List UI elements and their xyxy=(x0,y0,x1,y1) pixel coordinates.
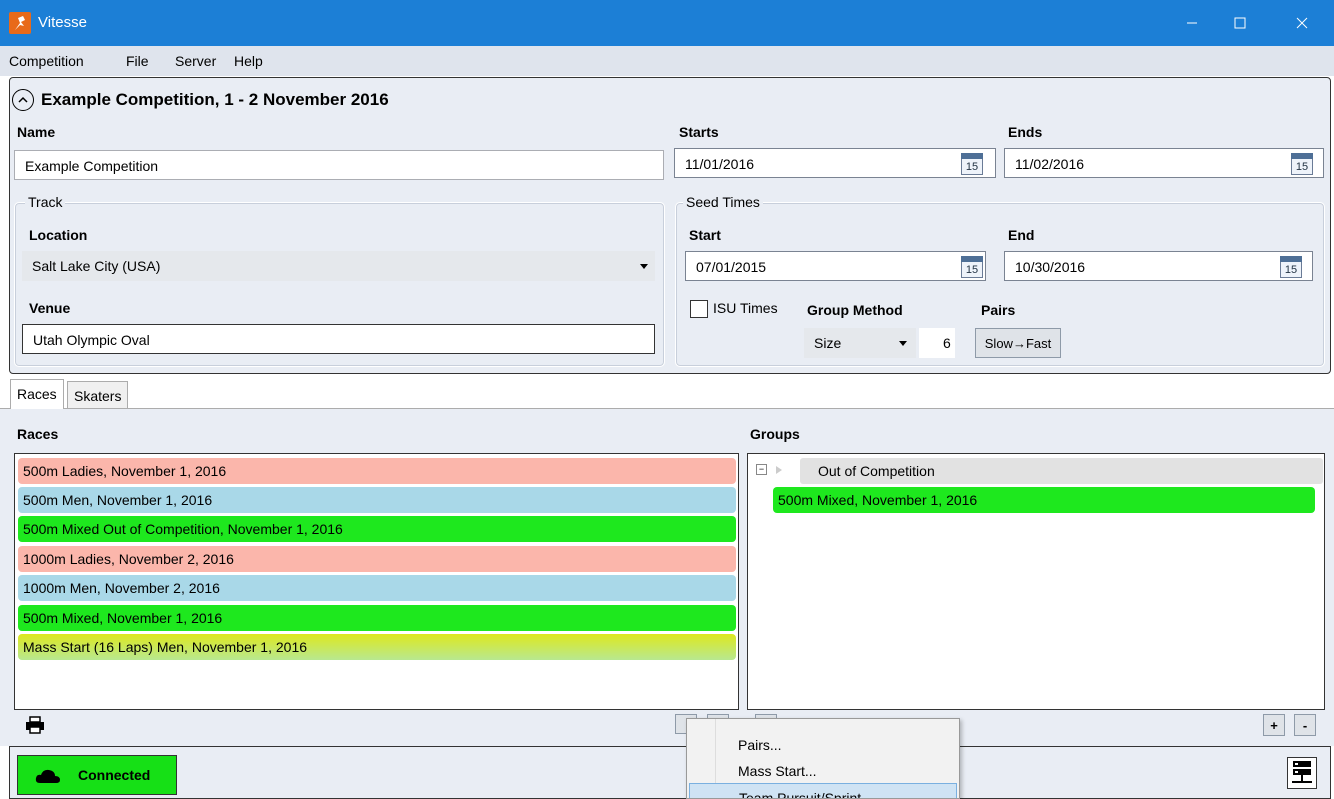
printer-icon xyxy=(26,716,44,734)
server-icon xyxy=(1292,761,1312,783)
isu-times-label: ISU Times xyxy=(713,300,778,316)
seed-start-date-field[interactable]: 07/01/2015 xyxy=(685,251,986,281)
race-item[interactable]: 500m Ladies, November 1, 2016 xyxy=(18,458,736,484)
group-size-field[interactable]: 6 xyxy=(919,328,955,358)
race-item[interactable]: 1000m Men, November 2, 2016 xyxy=(18,575,736,601)
race-item[interactable]: 500m Mixed Out of Competition, November … xyxy=(18,516,736,542)
races-label: Races xyxy=(17,426,59,442)
chevron-down-icon xyxy=(640,264,648,269)
menu-competition[interactable]: Competition xyxy=(9,53,84,69)
competition-title: Example Competition, 1 - 2 November 2016 xyxy=(41,90,389,109)
menu-item-mass-start[interactable]: Mass Start... xyxy=(689,757,957,783)
group-node[interactable]: Out of Competition xyxy=(800,458,1323,484)
group-race-item[interactable]: 500m Mixed, November 1, 2016 xyxy=(773,487,1315,513)
collapse-button[interactable] xyxy=(12,89,34,111)
maximize-button[interactable] xyxy=(1217,0,1263,46)
seed-end-date-field[interactable]: 10/30/2016 xyxy=(1004,251,1313,281)
venue-field[interactable]: Utah Olympic Oval xyxy=(22,324,655,354)
name-field[interactable]: Example Competition xyxy=(14,150,664,180)
server-button[interactable] xyxy=(1287,757,1317,789)
cloud-icon xyxy=(35,769,60,783)
maximize-icon xyxy=(1234,17,1246,29)
seed-times-group-title: Seed Times xyxy=(683,194,763,210)
window-title: Vitesse xyxy=(38,14,87,31)
pairs-order-button[interactable]: Slow→Fast xyxy=(975,328,1061,358)
menu-server[interactable]: Server xyxy=(175,53,216,69)
close-button[interactable] xyxy=(1279,0,1325,46)
starts-label: Starts xyxy=(679,124,719,140)
connection-status[interactable]: Connected xyxy=(17,755,177,795)
status-bar xyxy=(9,746,1331,799)
skater-app-icon xyxy=(9,12,31,34)
play-icon xyxy=(776,466,782,474)
tab-strip xyxy=(0,378,1334,408)
calendar-icon[interactable]: 15 xyxy=(961,153,983,175)
ends-date-field[interactable]: 11/02/2016 xyxy=(1004,148,1324,178)
groups-label: Groups xyxy=(750,426,800,442)
track-group-title: Track xyxy=(25,194,66,210)
venue-label: Venue xyxy=(29,300,71,316)
race-item[interactable]: Mass Start (16 Laps) Men, November 1, 20… xyxy=(18,634,736,660)
collapse-node-icon[interactable]: − xyxy=(756,464,767,475)
ends-label: Ends xyxy=(1008,124,1043,140)
race-item[interactable]: 1000m Ladies, November 2, 2016 xyxy=(18,546,736,572)
title-bar: Vitesse xyxy=(0,0,1334,46)
location-label: Location xyxy=(29,227,88,243)
starts-date-field[interactable]: 11/01/2016 xyxy=(674,148,996,178)
seed-start-label: Start xyxy=(689,227,721,243)
add-race-context-menu: Pairs... Mass Start... Team Pursuit/Spri… xyxy=(686,718,960,799)
race-item[interactable]: 500m Men, November 1, 2016 xyxy=(18,487,736,513)
tab-skaters[interactable]: Skaters xyxy=(67,381,129,408)
location-dropdown[interactable]: Salt Lake City (USA) xyxy=(22,251,655,281)
add-group-button[interactable]: + xyxy=(1263,714,1285,736)
seed-end-label: End xyxy=(1008,227,1035,243)
chevron-down-icon xyxy=(899,341,907,346)
minimize-icon xyxy=(1187,22,1197,24)
isu-times-checkbox[interactable] xyxy=(690,300,708,318)
menu-file[interactable]: File xyxy=(126,53,149,69)
races-list: 500m Ladies, November 1, 2016 500m Men, … xyxy=(14,453,739,710)
calendar-icon[interactable]: 15 xyxy=(1291,153,1313,175)
group-method-label: Group Method xyxy=(807,302,903,318)
menu-item-pairs[interactable]: Pairs... xyxy=(689,731,957,757)
minimize-button[interactable] xyxy=(1169,0,1215,46)
connection-status-label: Connected xyxy=(78,767,151,783)
tab-races[interactable]: Races xyxy=(10,379,64,409)
menu-bar: Competition File Server Help xyxy=(0,46,1334,76)
close-icon xyxy=(1296,17,1308,29)
race-item[interactable]: 500m Mixed, November 1, 2016 xyxy=(18,605,736,631)
pairs-label: Pairs xyxy=(981,302,1016,318)
remove-group-button[interactable]: - xyxy=(1294,714,1316,736)
competition-header: Example Competition, 1 - 2 November 2016 xyxy=(12,89,389,111)
calendar-icon[interactable]: 15 xyxy=(961,256,983,278)
groups-tree: − Out of Competition 500m Mixed, Novembe… xyxy=(747,453,1325,710)
menu-help[interactable]: Help xyxy=(234,53,263,69)
chevron-up-icon xyxy=(18,96,28,103)
calendar-icon[interactable]: 15 xyxy=(1280,256,1302,278)
menu-item-team-pursuit[interactable]: Team Pursuit/Sprint... xyxy=(689,783,957,798)
name-label: Name xyxy=(17,124,56,140)
print-button[interactable] xyxy=(25,716,45,734)
